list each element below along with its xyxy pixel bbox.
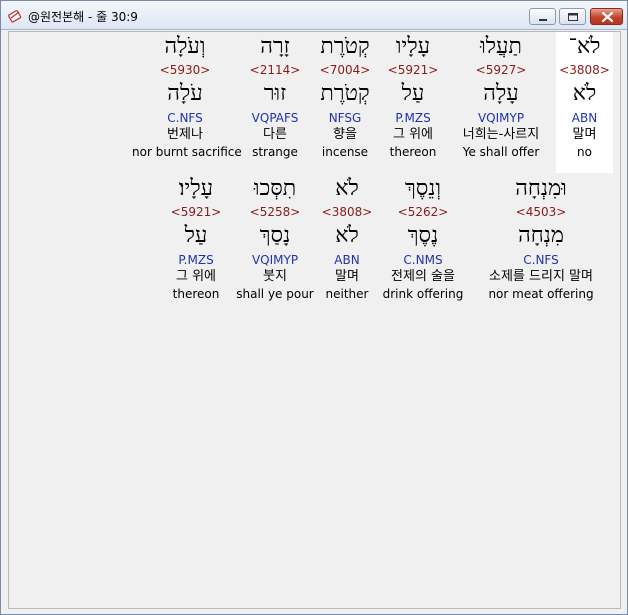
morphology-code: C.NFS (523, 253, 559, 267)
word-cell[interactable]: תַעֲלוּ <5927> עָלָה VQIMYP 너희는-사르지 Ye s… (447, 32, 555, 160)
morphology-code: C.NMS (403, 253, 443, 267)
morphology-code: ABN (571, 111, 598, 125)
maximize-icon (568, 13, 578, 21)
hebrew-lemma: עָלָה (483, 81, 519, 106)
english-gloss: strange (252, 145, 298, 159)
morphology-code: C.NFS (167, 111, 203, 125)
english-gloss: nor meat offering (488, 287, 594, 301)
app-icon[interactable] (7, 7, 23, 23)
minimize-icon (539, 19, 547, 21)
hebrew-lemma: לֹא (335, 223, 359, 248)
hebrew-word: עָלָיו׃ (178, 176, 214, 201)
strong-number: <3808> (559, 63, 610, 77)
hebrew-lemma: זוּר (263, 81, 287, 106)
close-button[interactable] (590, 8, 623, 25)
korean-gloss: 말며 (572, 127, 597, 142)
english-gloss: neither (325, 287, 369, 301)
close-icon (601, 11, 614, 23)
morphology-code: P.MZS (395, 111, 431, 125)
hebrew-word: זָרָה (260, 34, 290, 59)
strong-number: <5921> (387, 63, 439, 77)
word-cell[interactable]: וְנֵסֶךְ <5262> נֶסֶךְ C.NMS 전제의 술을 drin… (379, 174, 467, 302)
morphology-code: ABN (334, 253, 360, 267)
korean-gloss: 너희는-사르지 (462, 127, 540, 142)
english-gloss: no (577, 145, 592, 159)
morphology-code: NFSG (328, 111, 362, 125)
strong-number: <2114> (249, 63, 301, 77)
minimize-button[interactable] (529, 8, 556, 25)
hebrew-word: וּמִנְחָה (515, 176, 567, 201)
morphology-code: P.MZS (178, 253, 214, 267)
english-gloss: incense (321, 145, 369, 159)
korean-gloss: 번제나 (167, 127, 203, 142)
hebrew-lemma: לֹא (572, 81, 597, 106)
strong-number: <5258> (249, 205, 301, 219)
hebrew-lemma: מִנְחָה (518, 223, 564, 248)
korean-gloss: 그 위에 (175, 269, 216, 284)
english-gloss: thereon (172, 287, 220, 301)
word-cell[interactable]: וְעֹלָה <5930> עֹלָה C.NFS 번제나 nor burnt… (132, 32, 242, 160)
title-bar[interactable]: @원전본해 - 줄 30:9 (1, 1, 627, 30)
korean-gloss: 말며 (335, 269, 359, 284)
english-gloss: drink offering (382, 287, 464, 301)
strong-number: <5262> (397, 205, 449, 219)
morphology-code: VQIMYP (477, 111, 525, 125)
korean-gloss: 전제의 술을 (391, 269, 455, 284)
hebrew-lemma: נֶסֶךְ (407, 223, 439, 248)
word-cell-selected[interactable]: לֹא־ <3808> לֹא ABN 말며 no (556, 32, 613, 173)
hebrew-lemma: עַל (401, 81, 425, 106)
hebrew-word: קְטֹרֶת (320, 34, 370, 59)
word-cell[interactable]: קְטֹרֶת <7004> קְטֹרֶת NFSG 향을 incense (315, 32, 375, 160)
strong-number: <5921> (170, 205, 222, 219)
app-window: @원전본해 - 줄 30:9 וְעֹלָה <5930> עֹלָה C.NF… (0, 0, 628, 615)
english-gloss: nor burnt sacrifice (132, 145, 242, 159)
english-gloss: Ye shall offer (462, 145, 540, 159)
hebrew-word: וְעֹלָה (164, 34, 206, 59)
korean-gloss: 그 위에 (392, 127, 433, 142)
korean-gloss: 소제를 드리지 말며 (489, 269, 593, 284)
strong-number: <7004> (319, 63, 371, 77)
strong-number: <5930> (159, 63, 211, 77)
hebrew-lemma: נָסַךְ (259, 223, 291, 248)
word-cell[interactable]: לֹא <3808> לֹא ABN 말며 neither (320, 174, 374, 302)
maximize-button[interactable] (559, 8, 586, 25)
hebrew-word: לֹא (335, 176, 359, 201)
word-cell[interactable]: עָלָיו <5921> עַל P.MZS 그 위에 thereon (381, 32, 445, 160)
word-cell[interactable]: זָרָה <2114> זוּר VQPAFS 다른 strange (241, 32, 309, 160)
korean-gloss: 향을 (333, 127, 357, 142)
morphology-code: VQPAFS (251, 111, 299, 125)
korean-gloss: 붓지 (263, 269, 287, 284)
korean-gloss: 다른 (263, 127, 287, 142)
word-cell[interactable]: עָלָיו׃ <5921> עַל P.MZS 그 위에 thereon (159, 174, 233, 302)
strong-number: <4503> (515, 205, 567, 219)
hebrew-word: עָלָיו (395, 34, 431, 59)
strong-number: <5927> (475, 63, 527, 77)
morphology-code: VQIMYP (251, 253, 299, 267)
english-gloss: shall ye pour (236, 287, 314, 301)
word-cell[interactable]: תִסְּכוּ <5258> נָסַךְ VQIMYP 붓지 shall y… (235, 174, 315, 302)
hebrew-word: וְנֵסֶךְ (404, 176, 442, 201)
english-gloss: thereon (389, 145, 437, 159)
hebrew-lemma: עַל (184, 223, 208, 248)
hebrew-word: תִסְּכוּ (253, 176, 297, 201)
hebrew-lemma: עֹלָה (167, 81, 203, 106)
interlinear-view[interactable]: וְעֹלָה <5930> עֹלָה C.NFS 번제나 nor burnt… (8, 31, 621, 609)
strong-number: <3808> (321, 205, 373, 219)
hebrew-word: לֹא־ (568, 34, 601, 59)
word-cell[interactable]: וּמִנְחָה <4503> מִנְחָה C.NFS 소제를 드리지 말… (471, 174, 611, 302)
hebrew-lemma: קְטֹרֶת (320, 81, 370, 106)
window-title: @원전본해 - 줄 30:9 (28, 10, 138, 24)
hebrew-word: תַעֲלוּ (480, 34, 522, 59)
